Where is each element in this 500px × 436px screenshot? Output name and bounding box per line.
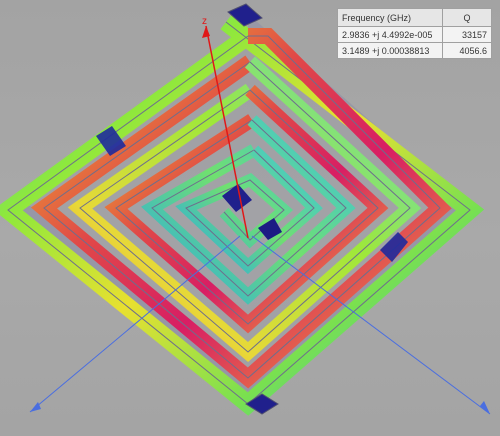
column-header-q[interactable]: Q (442, 8, 492, 27)
table-row[interactable]: 3.1489 +j 0.00038813 4056.6 (337, 42, 492, 59)
table-row[interactable]: 2.9836 +j 4.4992e-005 33157 (337, 26, 492, 43)
spiral-inductor-field-plot[interactable]: z (0, 0, 500, 436)
eigenmode-results-table: Frequency (GHz) Q 2.9836 +j 4.4992e-005 … (337, 8, 492, 59)
column-header-frequency[interactable]: Frequency (GHz) (337, 8, 443, 27)
mode-2-q: 4056.6 (442, 42, 492, 59)
mode-1-frequency: 2.9836 +j 4.4992e-005 (337, 26, 443, 43)
mode-1-q: 33157 (442, 26, 492, 43)
table-header-row: Frequency (GHz) Q (337, 8, 492, 27)
z-axis-label: z (202, 16, 207, 27)
3d-viewport[interactable]: z Frequency (GHz) Q 2.9836 +j 4.4992e-00… (0, 0, 500, 436)
mode-2-frequency: 3.1489 +j 0.00038813 (337, 42, 443, 59)
